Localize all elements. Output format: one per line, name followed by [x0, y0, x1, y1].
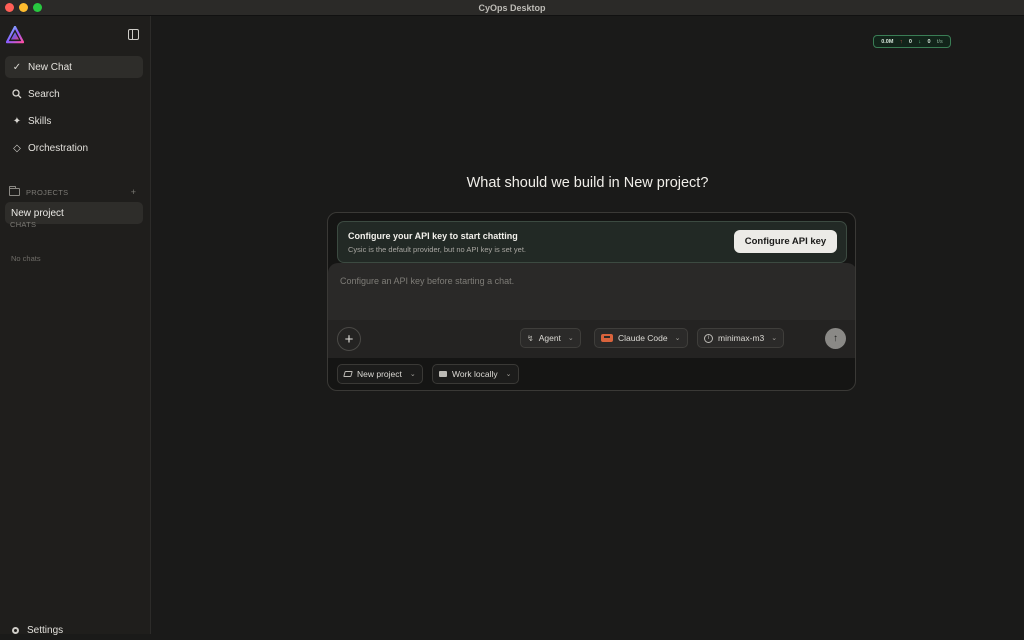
arrow-down-icon: ↓: [918, 38, 922, 45]
work-location-value: Work locally: [452, 369, 498, 379]
model-info-icon: i: [704, 333, 713, 343]
down-value: 0: [927, 38, 931, 45]
folder-icon: [9, 186, 20, 196]
arrow-up-icon: ↑: [833, 333, 838, 344]
up-value: 0: [908, 38, 912, 45]
configure-api-key-button[interactable]: Configure API key: [734, 230, 837, 253]
settings-button[interactable]: Settings: [5, 620, 143, 640]
nav-new-chat-label: New Chat: [28, 61, 72, 73]
chevron-down-icon: ⌄: [674, 335, 681, 342]
banner-subtitle: Cysic is the default provider, but no AP…: [348, 245, 527, 254]
app-logo-icon: [6, 26, 24, 44]
window-title: CyOps Desktop: [478, 2, 546, 13]
claude-code-icon: [601, 334, 613, 342]
mode-select[interactable]: ↯ Agent ⌄: [520, 328, 581, 348]
chats-label: CHATS: [10, 220, 37, 229]
composer-footer: New project ⌄ Work locally ⌄: [328, 358, 855, 390]
chat-input-area: + ↯ Agent ⌄ Claude Code ⌄ i minimax-m3 ⌄…: [328, 263, 855, 358]
token-stats-badge: 0.0M ↑ 0 ↓ 0 t/s: [873, 35, 951, 48]
rate-unit: t/s: [936, 38, 943, 45]
nav-search[interactable]: Search: [5, 83, 143, 105]
folder-icon: [343, 371, 353, 377]
nav-new-chat[interactable]: ✓ New Chat: [5, 56, 143, 78]
agent-icon: ↯: [527, 333, 534, 343]
project-select-value: New project: [357, 369, 402, 379]
project-select[interactable]: New project ⌄: [337, 364, 423, 384]
nav-orchestration-label: Orchestration: [28, 142, 89, 154]
close-window-button[interactable]: [5, 3, 14, 12]
work-location-select[interactable]: Work locally ⌄: [432, 364, 519, 384]
page-title: What should we build in New project?: [466, 175, 709, 191]
window-controls: [5, 3, 42, 12]
arrow-up-icon: ↑: [899, 38, 903, 45]
chevron-down-icon: ⌄: [505, 371, 512, 378]
gear-icon: [12, 626, 19, 634]
send-button[interactable]: ↑: [825, 328, 846, 349]
chevron-down-icon: ⌄: [771, 335, 778, 342]
chats-empty-text: No chats: [11, 254, 41, 263]
projects-label: PROJECTS: [26, 187, 69, 197]
mode-select-value: Agent: [538, 333, 561, 343]
provider-select-value: Claude Code: [618, 333, 668, 343]
sidebar: ✓ New Chat Search ✦ Skills ◇ Orchestrati…: [0, 16, 151, 636]
add-attachment-button[interactable]: +: [337, 327, 361, 351]
chat-input[interactable]: [340, 276, 840, 286]
banner-title: Configure your API key to start chatting: [348, 231, 518, 241]
chevron-down-icon: ⌄: [409, 371, 416, 378]
nav-skills[interactable]: ✦ Skills: [5, 110, 143, 132]
search-icon: [11, 89, 23, 99]
window-titlebar: CyOps Desktop: [0, 0, 1024, 16]
minimize-window-button[interactable]: [19, 3, 28, 12]
pencil-check-icon: ✓: [12, 61, 22, 73]
chevron-down-icon: ⌄: [567, 335, 574, 342]
api-key-banner: Configure your API key to start chatting…: [337, 221, 847, 263]
monitor-icon: [439, 371, 447, 377]
token-count: 0.0M: [881, 38, 894, 45]
projects-section-header: PROJECTS +: [9, 185, 136, 199]
provider-select[interactable]: Claude Code ⌄: [594, 328, 688, 348]
nav-orchestration[interactable]: ◇ Orchestration: [5, 137, 143, 159]
model-select[interactable]: i minimax-m3 ⌄: [697, 328, 785, 348]
add-project-button[interactable]: +: [131, 187, 136, 197]
diamond-icon: ◇: [13, 142, 21, 154]
sparkle-icon: ✦: [12, 115, 22, 127]
chat-composer: Configure your API key to start chatting…: [327, 212, 856, 391]
maximize-window-button[interactable]: [33, 3, 42, 12]
nav-skills-label: Skills: [28, 115, 52, 127]
sidebar-toggle-icon[interactable]: [128, 29, 139, 40]
composer-toolbar: + ↯ Agent ⌄ Claude Code ⌄ i minimax-m3 ⌄…: [328, 320, 855, 358]
nav-search-label: Search: [28, 88, 60, 100]
plus-icon: +: [344, 330, 354, 348]
model-select-value: minimax-m3: [718, 333, 765, 343]
project-item-label: New project: [11, 207, 64, 219]
